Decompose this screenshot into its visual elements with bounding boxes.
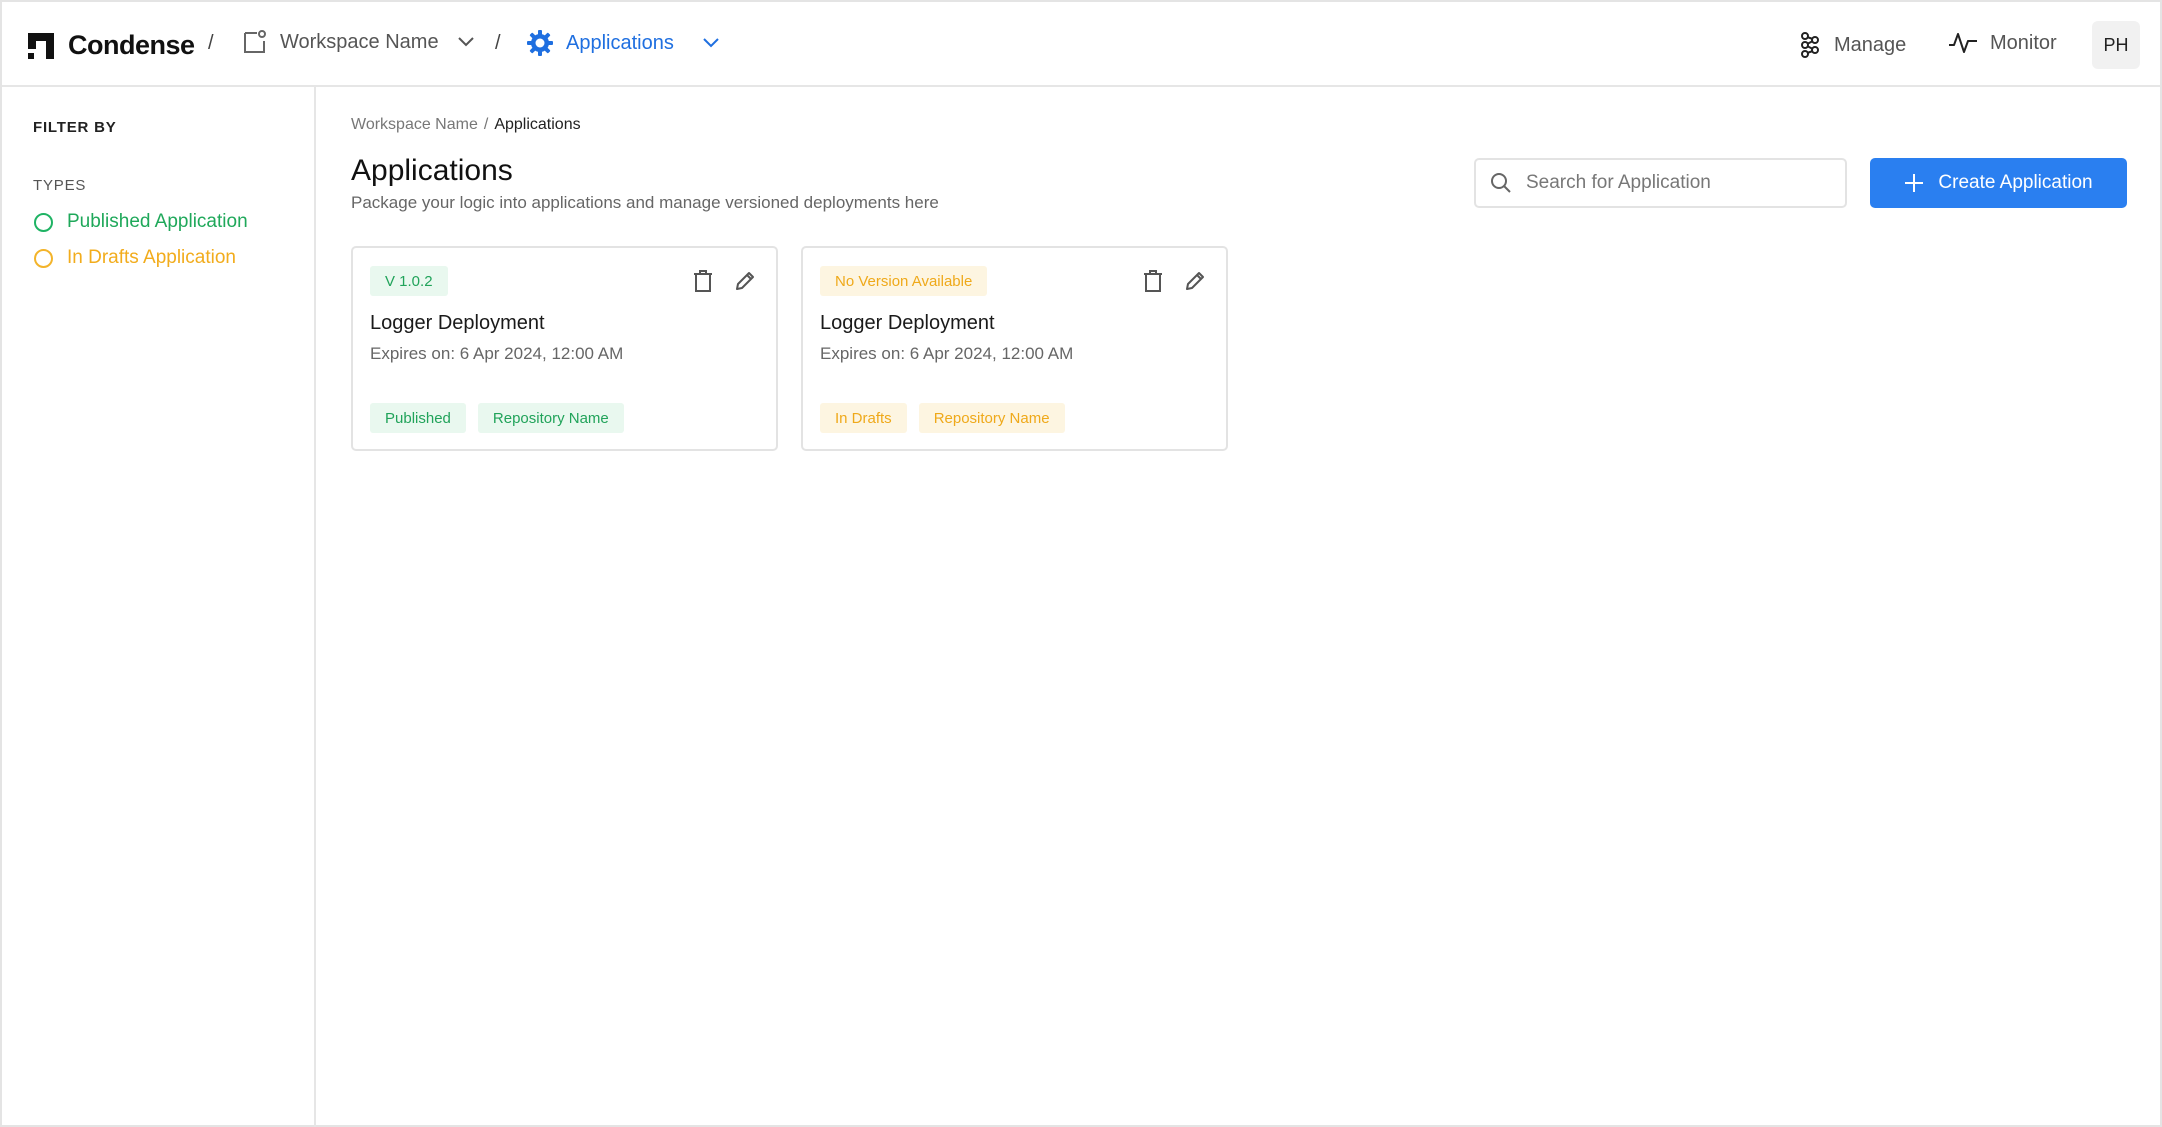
nav-manage[interactable]: Manage	[1798, 31, 1906, 59]
card-tags: In Drafts Repository Name	[820, 403, 1077, 433]
chevron-down-icon	[703, 38, 719, 48]
activity-icon	[1949, 33, 1977, 53]
breadcrumb-separator: /	[483, 116, 489, 133]
filter-heading: FILTER BY	[33, 119, 117, 136]
edit-button[interactable]	[732, 268, 758, 294]
filter-drafts-label: In Drafts Application	[67, 247, 236, 268]
header-separator: /	[208, 32, 214, 54]
trash-icon	[694, 270, 712, 292]
breadcrumb-current: Applications	[494, 116, 581, 133]
top-bar: Condense / Workspace Name / Applications…	[2, 2, 2160, 87]
nav-monitor[interactable]: Monitor	[1948, 31, 2057, 55]
create-application-button[interactable]: Create Application	[1870, 158, 2127, 208]
card-expiry: Expires on: 6 Apr 2024, 12:00 AM	[820, 344, 1074, 363]
edit-button[interactable]	[1182, 268, 1208, 294]
search-icon	[1491, 173, 1511, 193]
page-title: Applications	[351, 154, 513, 187]
nav-monitor-label: Monitor	[1990, 31, 2057, 54]
version-badge: No Version Available	[820, 266, 988, 296]
card-title: Logger Deployment	[370, 312, 545, 334]
brand-name: Condense	[68, 30, 195, 60]
section-selector[interactable]: Applications	[526, 29, 720, 57]
repository-badge: Repository Name	[918, 403, 1065, 433]
filter-sidebar: FILTER BY TYPES Published Application In…	[2, 87, 316, 1127]
card-expiry: Expires on: 6 Apr 2024, 12:00 AM	[370, 344, 624, 363]
workspace-icon	[244, 30, 266, 53]
breadcrumb: Workspace Name / Applications	[351, 116, 581, 134]
page-subtitle: Package your logic into applications and…	[351, 193, 939, 212]
search-input[interactable]	[1526, 172, 1826, 194]
app-frame: Condense / Workspace Name / Applications…	[0, 0, 2162, 1127]
filter-published[interactable]: Published Application	[34, 211, 248, 233]
section-name: Applications	[566, 31, 674, 54]
header-separator: /	[495, 32, 501, 54]
trash-icon	[1144, 270, 1162, 292]
pencil-icon	[1186, 272, 1204, 290]
user-avatar[interactable]: PH	[2092, 21, 2140, 69]
breadcrumb-parent[interactable]: Workspace Name	[351, 116, 478, 133]
condense-logo-icon	[28, 32, 54, 59]
radio-icon	[34, 248, 53, 268]
workspace-selector[interactable]: Workspace Name	[242, 29, 475, 55]
card-title: Logger Deployment	[820, 312, 995, 334]
nav-manage-label: Manage	[1834, 33, 1907, 56]
application-card[interactable]: V 1.0.2 Logger Deployment Expires on: 6 …	[351, 246, 778, 451]
plus-icon	[1905, 174, 1924, 192]
version-badge: V 1.0.2	[370, 266, 448, 296]
pencil-icon	[736, 272, 754, 290]
card-tags: Published Repository Name	[370, 403, 636, 433]
types-heading: TYPES	[33, 177, 87, 194]
chevron-down-icon	[457, 37, 474, 47]
card-actions	[1124, 268, 1208, 294]
search-box[interactable]	[1474, 158, 1847, 208]
card-actions	[674, 268, 758, 294]
create-application-label: Create Application	[1938, 172, 2093, 193]
status-badge: In Drafts	[820, 403, 907, 433]
brand-logo[interactable]: Condense	[28, 30, 195, 61]
filter-published-label: Published Application	[67, 211, 248, 232]
status-badge: Published	[370, 403, 466, 433]
manage-icon	[1801, 32, 1819, 58]
delete-button[interactable]	[1140, 268, 1166, 294]
workspace-name: Workspace Name	[280, 30, 439, 53]
filter-drafts[interactable]: In Drafts Application	[34, 247, 236, 269]
application-card[interactable]: No Version Available Logger Deployment E…	[801, 246, 1228, 451]
gear-icon	[527, 30, 553, 56]
delete-button[interactable]	[690, 268, 716, 294]
repository-badge: Repository Name	[477, 403, 624, 433]
radio-icon	[34, 212, 53, 232]
